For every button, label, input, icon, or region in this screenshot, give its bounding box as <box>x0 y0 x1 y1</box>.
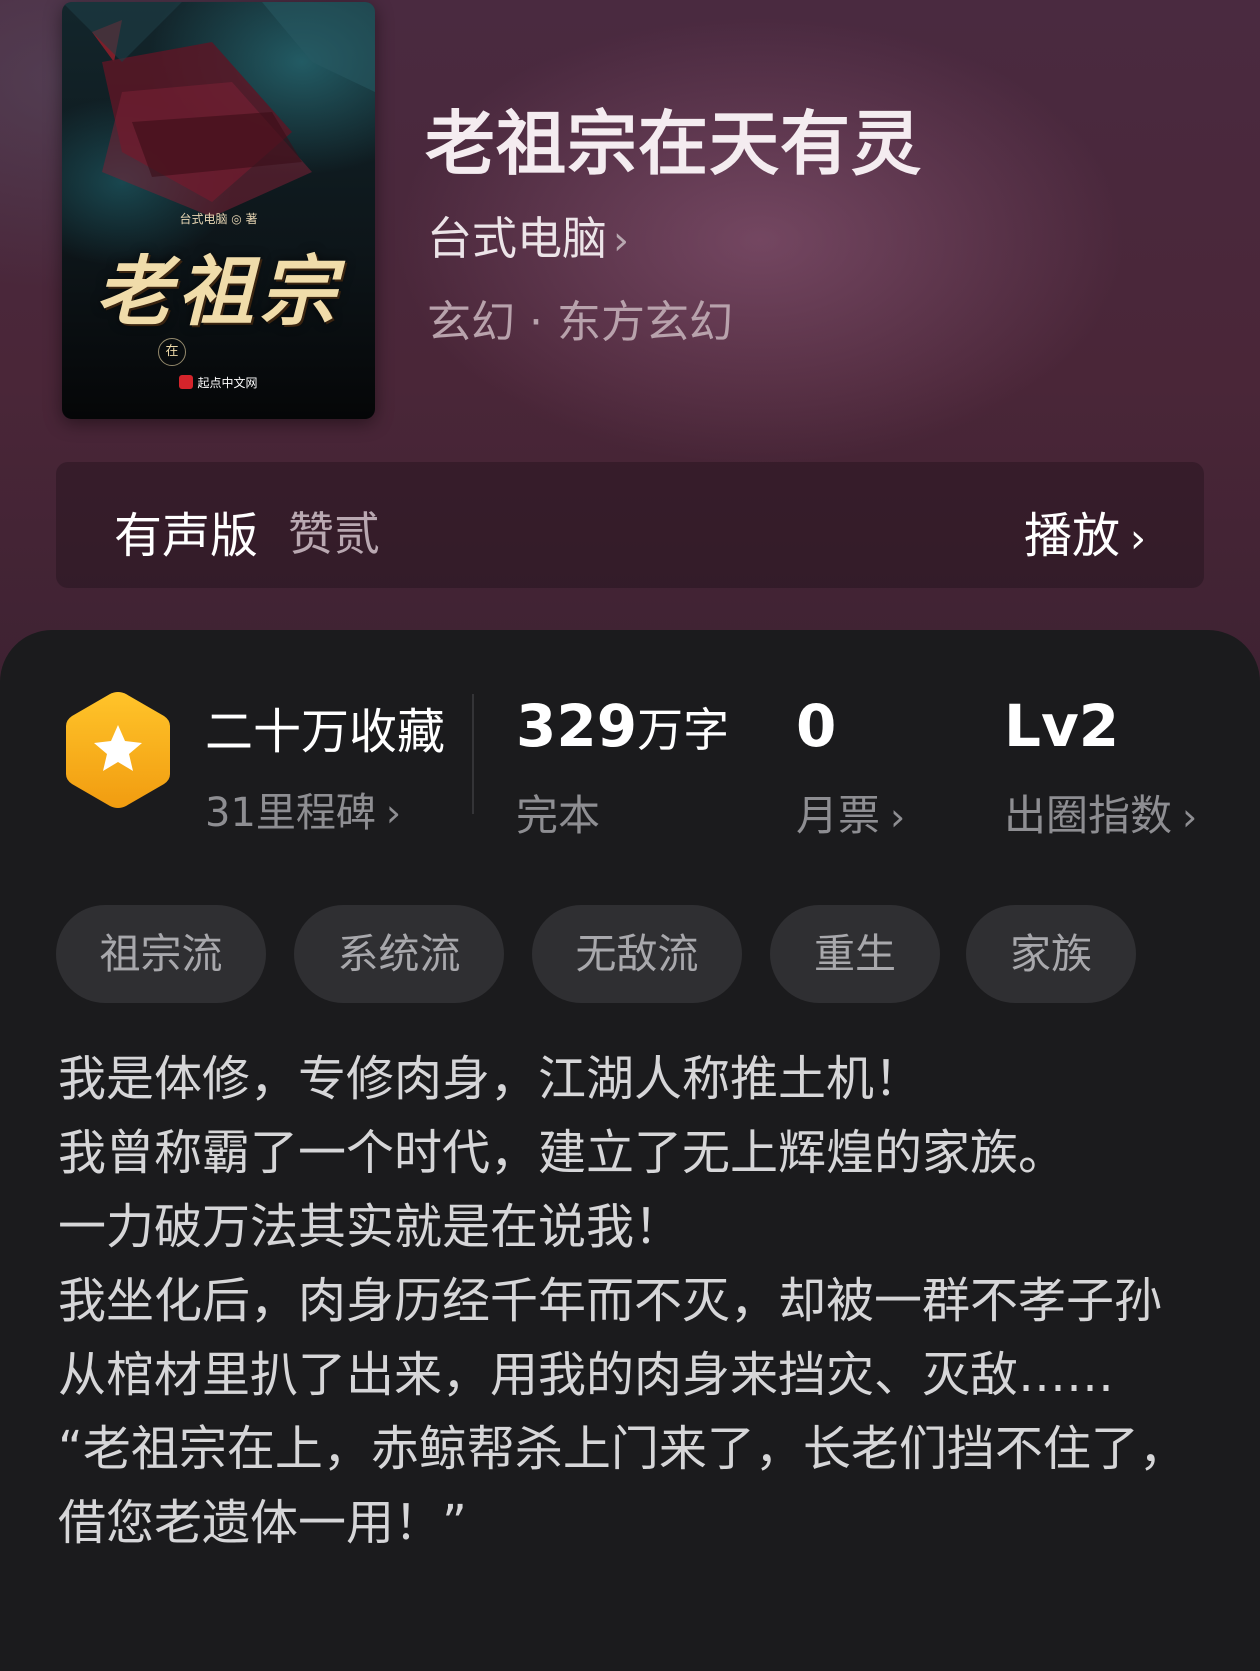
book-info-panel: 二十万收藏 31里程碑 › 329万字 完本 0 月票 › Lv2 出圈指数 › 祖宗… <box>0 630 1260 1671</box>
audio-version-label: 有声版 <box>114 508 259 564</box>
cover-author: 台式电脑 ◎ 著 <box>179 212 258 226</box>
tag-chip[interactable]: 无敌流 <box>532 905 742 1003</box>
tag-chip[interactable]: 系统流 <box>294 905 504 1003</box>
monthly-votes-label: 月票 <box>796 791 881 840</box>
popularity-index-link[interactable]: 出圈指数 › <box>1004 782 1197 843</box>
completion-status: 完本 <box>516 791 601 840</box>
chevron-right-icon: › <box>1130 516 1146 562</box>
star-hexagon-icon <box>66 692 170 808</box>
monthly-votes-value: 0 <box>796 692 837 760</box>
synopsis-paragraph: “老祖宗在上，赤鲸帮杀上门来了，长老们挡不住了，借您老遗体一用！” <box>58 1421 1187 1551</box>
genre-label[interactable]: 玄幻 · 东方玄幻 <box>427 286 733 350</box>
tag-chip[interactable]: 重生 <box>770 905 940 1003</box>
word-count: 329万字 <box>516 692 729 760</box>
stats-divider <box>472 694 474 814</box>
tag-chip[interactable]: 祖宗流 <box>56 905 266 1003</box>
cover-subtitle: 在 <box>158 338 186 366</box>
word-count-value: 329 <box>516 692 638 760</box>
milestones-link[interactable]: 31里程碑 › <box>205 780 401 838</box>
play-label: 播放 <box>1023 508 1120 564</box>
synopsis-paragraph: 我曾称霸了一个时代，建立了无上辉煌的家族。 <box>58 1125 1067 1181</box>
chevron-right-icon: › <box>1182 795 1198 839</box>
author-name: 台式电脑 <box>427 212 608 265</box>
cover-publisher: 起点中文网 <box>62 374 375 391</box>
book-cover[interactable]: 台式电脑 ◎ 著 老祖宗 在 起点中文网 <box>62 2 375 419</box>
book-title: 老祖宗在天有灵 <box>425 102 922 185</box>
tag-chip[interactable]: 家族 <box>966 905 1136 1003</box>
book-synopsis[interactable]: 我是体修，专修肉身，江湖人称推土机！ 我曾称霸了一个时代，建立了无上辉煌的家族。… <box>58 1042 1208 1560</box>
audio-narrator: 赞贰 <box>288 507 380 561</box>
milestones-label: 31里程碑 <box>205 790 376 836</box>
chevron-right-icon: › <box>613 218 630 264</box>
chevron-right-icon: › <box>890 795 906 839</box>
qidian-logo-icon <box>179 375 194 389</box>
monthly-votes-link[interactable]: 月票 › <box>796 782 905 843</box>
cover-title: 老祖宗 <box>95 247 342 336</box>
chevron-right-icon: › <box>385 791 402 835</box>
favorites-count: 二十万收藏 <box>205 704 446 760</box>
author-link[interactable]: 台式电脑 › <box>427 202 629 267</box>
book-header: 台式电脑 ◎ 著 老祖宗 在 起点中文网 老祖宗在天有灵 台式电脑 › 玄幻 · … <box>0 0 1260 690</box>
cover-publisher-label: 起点中文网 <box>197 376 258 390</box>
synopsis-paragraph: 我坐化后，肉身历经千年而不灭，却被一群不孝子孙从棺材里扒了出来，用我的肉身来挡灾… <box>58 1273 1163 1403</box>
popularity-level: Lv2 <box>1004 692 1120 760</box>
play-button[interactable]: 播放 › <box>1024 496 1146 566</box>
word-count-unit: 万字 <box>637 703 730 757</box>
audio-version-bar[interactable]: 有声版 赞贰 播放 › <box>56 462 1204 588</box>
synopsis-paragraph: 我是体修，专修肉身，江湖人称推土机！ <box>58 1051 923 1107</box>
synopsis-paragraph: 一力破万法其实就是在说我！ <box>58 1199 683 1255</box>
popularity-index-label: 出圈指数 <box>1004 791 1173 840</box>
